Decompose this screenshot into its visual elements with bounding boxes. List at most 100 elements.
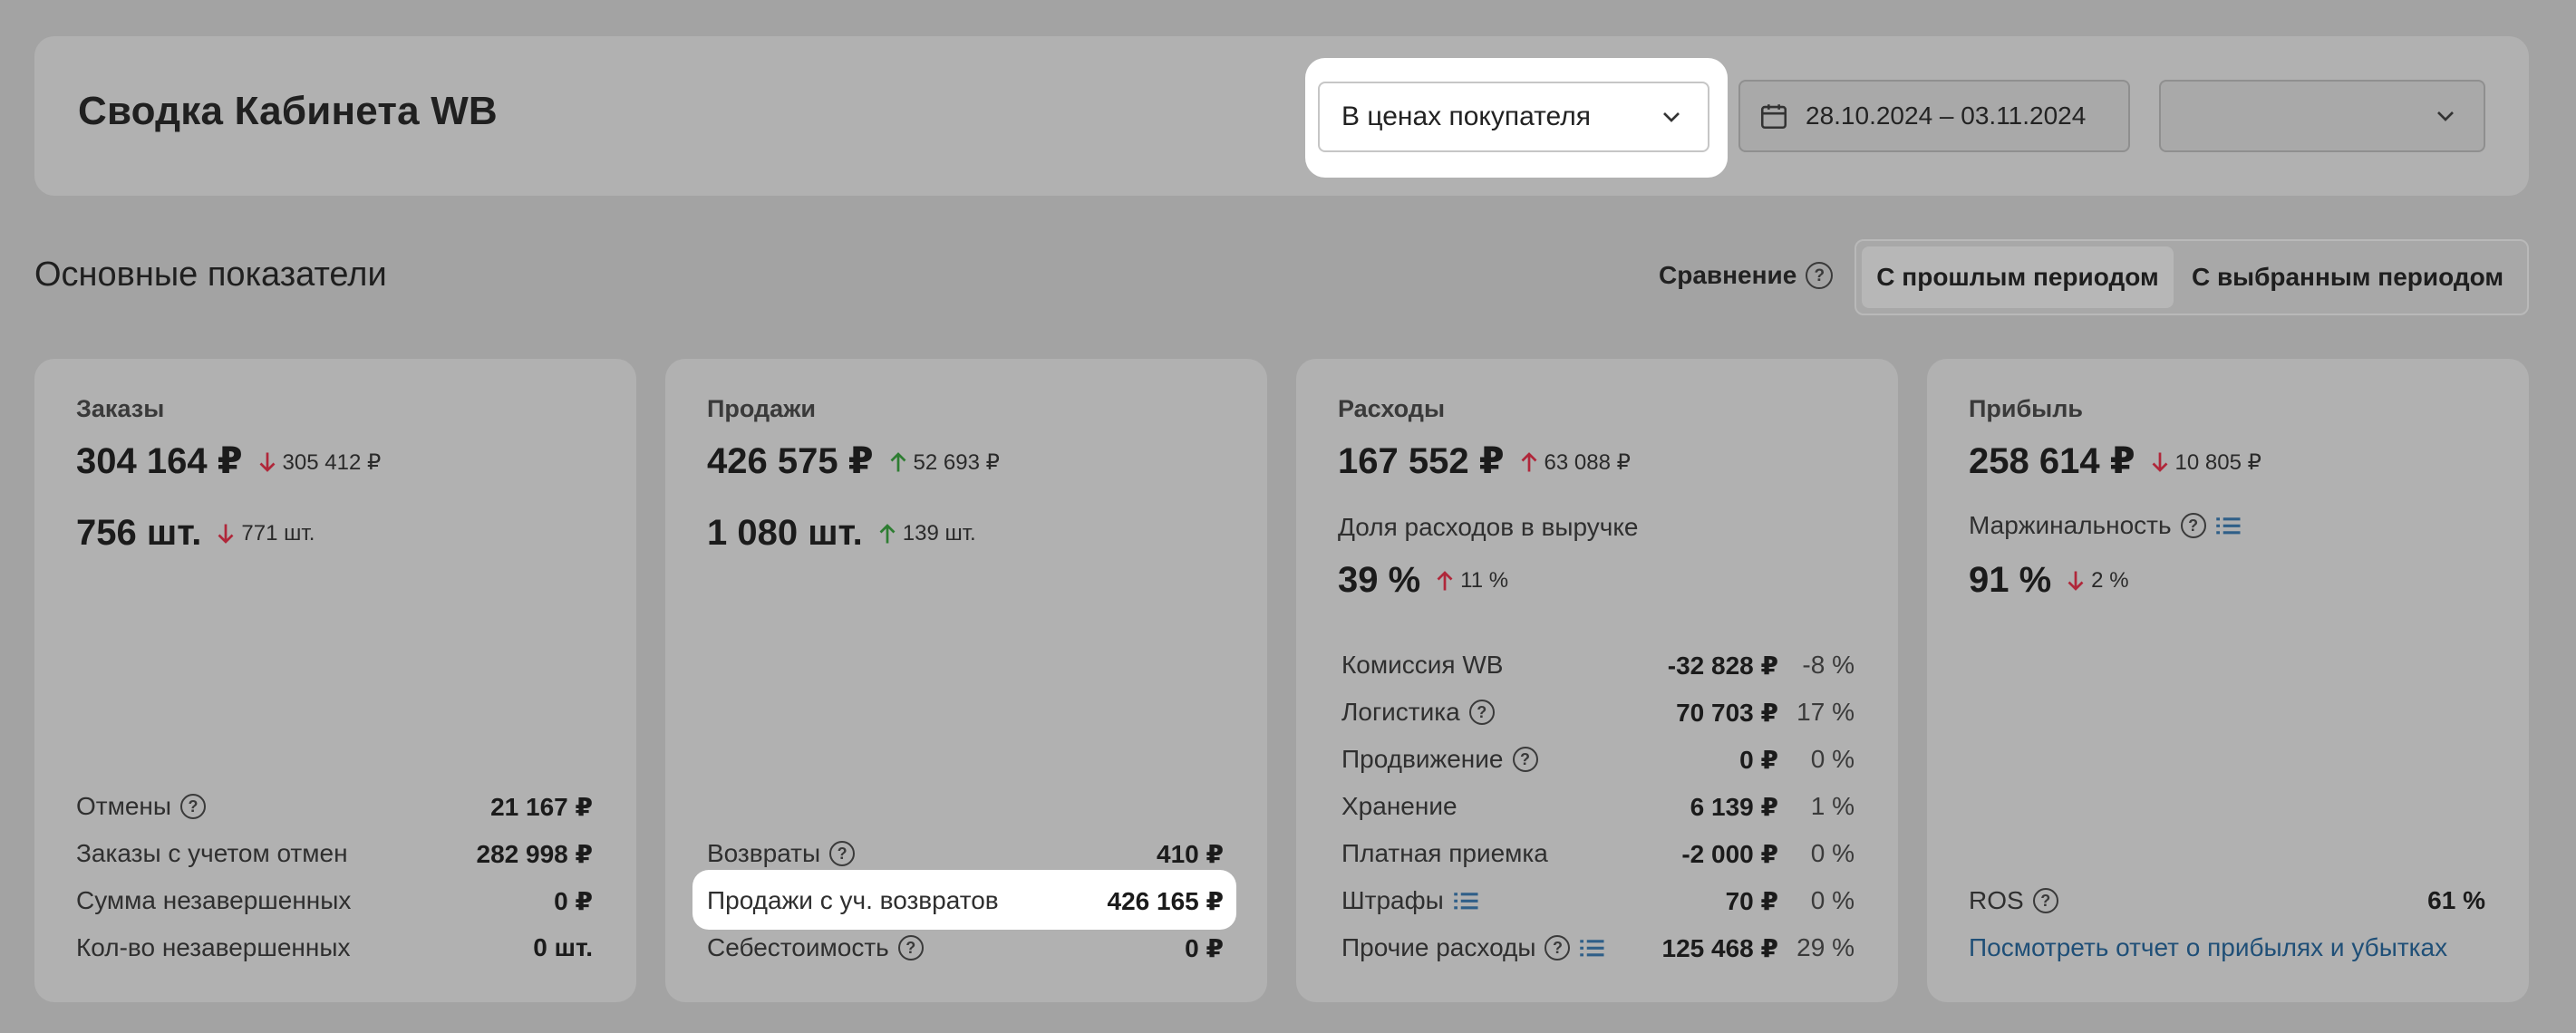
orders-amount-delta-value: 305 412 ₽ bbox=[282, 449, 382, 475]
arrow-up-icon bbox=[1437, 571, 1453, 591]
help-icon[interactable]: ? bbox=[2180, 513, 2206, 538]
arrow-down-icon bbox=[2152, 452, 2168, 472]
list-item: Сумма незавершенных 0 ₽ bbox=[76, 877, 593, 924]
arrow-down-icon bbox=[259, 452, 276, 472]
row-value: 70 ₽ bbox=[1725, 886, 1778, 915]
row-percent: 29 % bbox=[1796, 933, 1855, 961]
sales-card: Продажи 426 575 ₽ 52 693 ₽ 1 080 шт. 139… bbox=[665, 359, 1267, 1002]
help-icon[interactable]: ? bbox=[1545, 935, 1571, 961]
row-percent: 0 % bbox=[1810, 839, 1855, 867]
row-label: Заказы с учетом отмен bbox=[76, 839, 348, 867]
date-range-value: 28.10.2024 – 03.11.2024 bbox=[1806, 101, 2087, 130]
help-icon[interactable]: ? bbox=[180, 794, 207, 819]
row-label: Прочие расходы bbox=[1341, 933, 1536, 961]
margin-row: 91 % 2 % bbox=[1969, 560, 2129, 601]
list-item: Себестоимость? 0 ₽ bbox=[707, 924, 1224, 971]
row-value: -32 828 ₽ bbox=[1667, 651, 1778, 680]
sales-amount: 426 575 ₽ bbox=[707, 441, 874, 481]
list-item: ROS? 61 % bbox=[1969, 877, 2485, 924]
card-title: Расходы bbox=[1338, 395, 1446, 422]
expenses-card: Расходы 167 552 ₽ 63 088 ₽ Доля расходов… bbox=[1296, 359, 1898, 1002]
arrow-up-icon bbox=[879, 524, 896, 544]
list-icon[interactable] bbox=[2215, 514, 2242, 537]
compare-toggle: С прошлым периодом С выбранным периодом bbox=[1855, 239, 2529, 315]
expenses-share-label-text: Доля расходов в выручке bbox=[1338, 513, 1639, 541]
list-icon[interactable] bbox=[1579, 936, 1606, 960]
row-label: Сумма незавершенных bbox=[76, 886, 352, 914]
row-value: 282 998 ₽ bbox=[476, 839, 593, 868]
expenses-share-delta-value: 11 % bbox=[1460, 568, 1509, 593]
row-percent: 1 % bbox=[1810, 792, 1855, 820]
profit-amount-row: 258 614 ₽ 10 805 ₽ bbox=[1969, 440, 2261, 482]
row-value: 0 шт. bbox=[533, 933, 593, 961]
help-icon[interactable]: ? bbox=[897, 935, 924, 961]
arrow-down-icon bbox=[218, 524, 234, 544]
expenses-amount-delta: 63 088 ₽ bbox=[1521, 449, 1631, 476]
section-title: Основные показатели bbox=[34, 256, 387, 294]
compare-label: Сравнение ? bbox=[1659, 261, 1834, 290]
sales-amount-delta-value: 52 693 ₽ bbox=[913, 449, 1000, 475]
list-item: Прочие расходы? 125 468 ₽ 29 % bbox=[1341, 924, 1855, 971]
orders-amount-row: 304 164 ₽ 305 412 ₽ bbox=[76, 440, 381, 482]
row-label: Себестоимость bbox=[707, 933, 889, 961]
sales-amount-delta: 52 693 ₽ bbox=[890, 449, 1000, 476]
expenses-share: 39 % bbox=[1338, 560, 1421, 600]
sales-qty-delta-value: 139 шт. bbox=[902, 521, 976, 545]
list-item: Комиссия WB -32 828 ₽ -8 % bbox=[1341, 642, 1855, 689]
pnl-report-link[interactable]: Посмотреть отчет о прибылях и убытках bbox=[1969, 933, 2447, 962]
row-label: Хранение bbox=[1341, 792, 1457, 820]
sales-amount-row: 426 575 ₽ 52 693 ₽ bbox=[707, 440, 1000, 482]
price-mode-value: В ценах покупателя bbox=[1341, 101, 1591, 131]
row-value: 0 ₽ bbox=[1739, 745, 1778, 774]
row-value: 21 167 ₽ bbox=[490, 792, 593, 821]
list-icon[interactable] bbox=[1453, 889, 1480, 912]
margin-value: 91 % bbox=[1969, 560, 2052, 600]
row-value: 6 139 ₽ bbox=[1690, 792, 1778, 821]
expenses-details: Комиссия WB -32 828 ₽ -8 % Логистика? 70… bbox=[1341, 642, 1855, 971]
summary-header: Сводка Кабинета WB bbox=[34, 36, 2529, 196]
row-label: Комиссия WB bbox=[1341, 651, 1504, 679]
extra-select[interactable] bbox=[2159, 80, 2485, 152]
row-value: 125 468 ₽ bbox=[1661, 933, 1778, 962]
compare-option-selected[interactable]: С выбранным периодом bbox=[2174, 246, 2522, 308]
list-item: Заказы с учетом отмен 282 998 ₽ bbox=[76, 830, 593, 877]
row-percent: 0 % bbox=[1810, 886, 1855, 914]
row-percent: -8 % bbox=[1802, 651, 1855, 679]
list-item: Кол-во незавершенных 0 шт. bbox=[76, 924, 593, 971]
margin-delta-value: 2 % bbox=[2091, 568, 2129, 593]
row-percent: 0 % bbox=[1810, 745, 1855, 773]
date-range-picker[interactable]: 28.10.2024 – 03.11.2024 bbox=[1738, 80, 2130, 152]
profit-amount-delta-value: 10 805 ₽ bbox=[2174, 449, 2261, 475]
help-icon[interactable]: ? bbox=[2032, 888, 2058, 913]
profit-details: ROS? 61 % Посмотреть отчет о прибылях и … bbox=[1969, 877, 2485, 971]
row-value: 426 165 ₽ bbox=[1107, 886, 1224, 915]
sales-qty: 1 080 шт. bbox=[707, 513, 863, 553]
price-mode-select[interactable]: В ценах покупателя bbox=[1318, 82, 1709, 152]
orders-qty-delta: 771 шт. bbox=[218, 521, 315, 546]
help-icon[interactable]: ? bbox=[1512, 747, 1538, 772]
arrow-up-icon bbox=[890, 452, 906, 472]
help-icon[interactable]: ? bbox=[829, 841, 856, 866]
expenses-share-delta: 11 % bbox=[1437, 568, 1508, 594]
row-label: Логистика bbox=[1341, 698, 1460, 726]
row-value: -2 000 ₽ bbox=[1681, 839, 1778, 868]
margin-label-text: Маржинальность bbox=[1969, 511, 2172, 539]
help-icon[interactable]: ? bbox=[1468, 700, 1495, 725]
help-icon[interactable]: ? bbox=[1806, 262, 1834, 289]
profit-card: Прибыль 258 614 ₽ 10 805 ₽ Маржинальност… bbox=[1927, 359, 2529, 1002]
orders-details: Отмены? 21 167 ₽ Заказы с учетом отмен 2… bbox=[76, 783, 593, 971]
orders-qty-delta-value: 771 шт. bbox=[241, 521, 315, 545]
profit-amount: 258 614 ₽ bbox=[1969, 441, 2135, 481]
list-item: Продвижение? 0 ₽ 0 % bbox=[1341, 736, 1855, 783]
compare-option-previous[interactable]: С прошлым периодом bbox=[1862, 246, 2174, 308]
expenses-share-row: 39 % 11 % bbox=[1338, 560, 1508, 601]
row-label: Отмены bbox=[76, 792, 172, 820]
row-value: 0 ₽ bbox=[554, 886, 593, 915]
row-value: 61 % bbox=[2427, 886, 2485, 914]
row-label: Продвижение bbox=[1341, 745, 1504, 773]
list-item: Возвраты? 410 ₽ bbox=[707, 830, 1224, 877]
compare-label-text: Сравнение bbox=[1659, 261, 1797, 289]
row-label: Платная приемка bbox=[1341, 839, 1548, 867]
row-label: Возвраты bbox=[707, 839, 821, 867]
orders-qty-row: 756 шт. 771 шт. bbox=[76, 513, 315, 554]
